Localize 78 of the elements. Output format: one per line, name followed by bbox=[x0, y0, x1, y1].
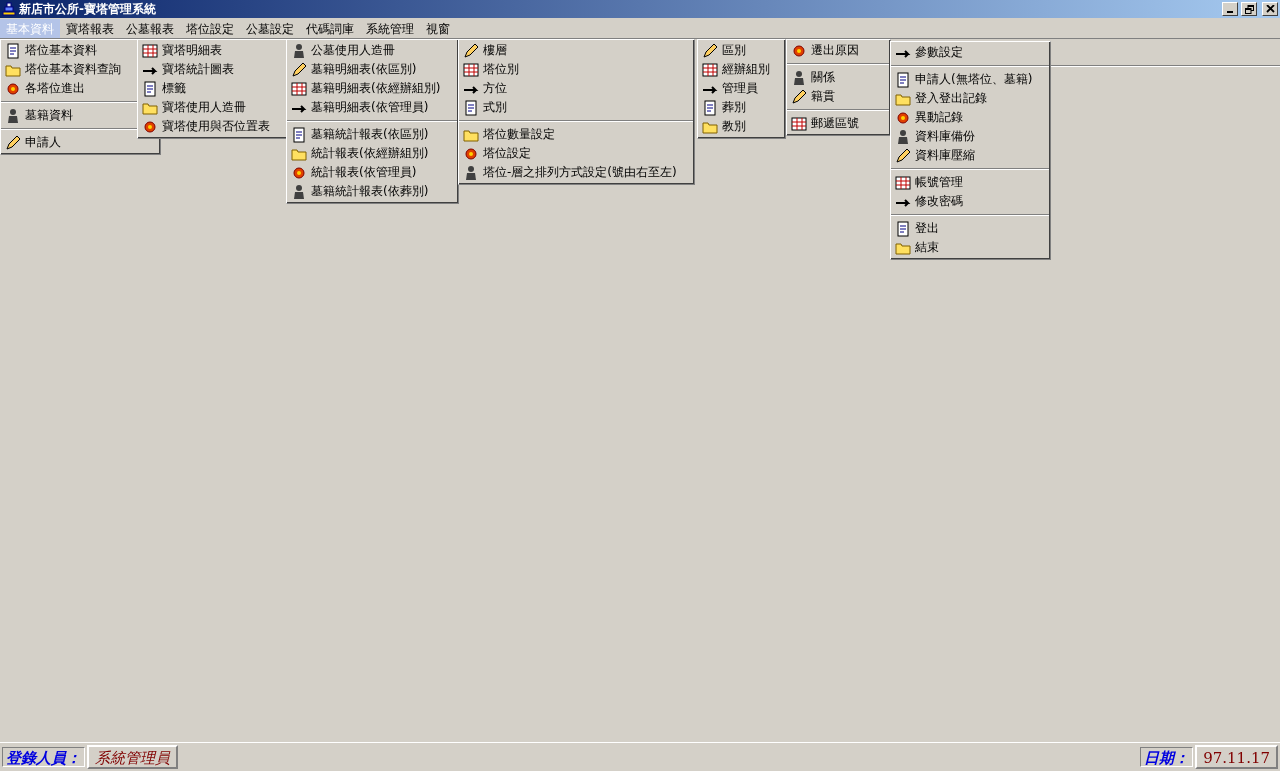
menu-item[interactable]: 區別 bbox=[698, 41, 784, 60]
menu-item[interactable]: 申請人(無塔位、墓籍) bbox=[891, 70, 1049, 89]
menu-item[interactable]: 方位 bbox=[459, 79, 693, 98]
person-icon bbox=[895, 128, 911, 145]
document-icon bbox=[5, 42, 21, 59]
grid-icon bbox=[702, 61, 718, 78]
person-icon bbox=[5, 107, 21, 124]
menu-item[interactable]: 塔位數量設定 bbox=[459, 125, 693, 144]
menu-item[interactable]: 樓層 bbox=[459, 41, 693, 60]
pencil-icon bbox=[5, 134, 21, 151]
grid-icon bbox=[463, 61, 479, 78]
menu-item[interactable]: 參數設定 bbox=[891, 43, 1049, 62]
menu[interactable]: 塔位設定 bbox=[180, 18, 240, 38]
menu-item[interactable]: 籍貫 bbox=[787, 87, 889, 106]
menu-item[interactable]: 墓籍統計報表(依葬別) bbox=[287, 182, 457, 201]
document-icon bbox=[702, 99, 718, 116]
document-icon bbox=[291, 126, 307, 143]
restore-button[interactable] bbox=[1241, 2, 1257, 16]
menu-item[interactable]: 關係 bbox=[787, 68, 889, 87]
document-icon bbox=[895, 71, 911, 88]
pencil-icon bbox=[463, 42, 479, 59]
menu-item[interactable]: 墓籍明細表(依管理員) bbox=[287, 98, 457, 117]
document-icon bbox=[895, 220, 911, 237]
close-icon bbox=[1265, 5, 1275, 13]
menu-item[interactable]: 統計報表(依管理員) bbox=[287, 163, 457, 182]
person-icon bbox=[463, 164, 479, 181]
menu-item[interactable]: 式別 bbox=[459, 98, 693, 117]
user-name: 系統管理員 bbox=[87, 745, 178, 769]
menu-item[interactable]: 教別 bbox=[698, 117, 784, 136]
menu[interactable]: 代碼詞庫 bbox=[300, 18, 360, 38]
document-icon bbox=[142, 80, 158, 97]
person-icon bbox=[291, 183, 307, 200]
date-label: 日期： bbox=[1140, 747, 1194, 767]
menu[interactable]: 寶塔報表 bbox=[60, 18, 120, 38]
menu-item[interactable]: 資料庫壓縮 bbox=[891, 146, 1049, 165]
menu-item[interactable]: 塔位設定 bbox=[459, 144, 693, 163]
menu-item[interactable]: 墓籍明細表(依經辦組別) bbox=[287, 79, 457, 98]
menu-item[interactable]: 郵遞區號 bbox=[787, 114, 889, 133]
person-icon bbox=[291, 42, 307, 59]
pencil-icon bbox=[791, 88, 807, 105]
tower-icon bbox=[2, 2, 16, 16]
menu-item[interactable]: 統計報表(依經辦組別) bbox=[287, 144, 457, 163]
minimize-button[interactable] bbox=[1222, 2, 1238, 16]
menu-item[interactable]: 資料庫備份 bbox=[891, 127, 1049, 146]
menu-item[interactable]: 結束 bbox=[891, 238, 1049, 257]
menu-item[interactable]: 塔位-層之排列方式設定(號由右至左) bbox=[459, 163, 693, 182]
menu-item[interactable]: 葬別 bbox=[698, 98, 784, 117]
pencil-icon bbox=[291, 61, 307, 78]
menu-item[interactable]: 公墓使用人造冊 bbox=[287, 41, 457, 60]
menu-item[interactable]: 墓籍統計報表(依區別) bbox=[287, 125, 457, 144]
menu-item[interactable]: 帳號管理 bbox=[891, 173, 1049, 192]
menu-item[interactable]: 經辦組別 bbox=[698, 60, 784, 79]
window-title: 新店市公所-寶塔管理系統 bbox=[19, 0, 156, 18]
menu[interactable]: 公墓報表 bbox=[120, 18, 180, 38]
menu[interactable]: 系統管理 bbox=[360, 18, 420, 38]
menu-item[interactable]: 登入登出記錄 bbox=[891, 89, 1049, 108]
menu-item[interactable]: 遷出原因 bbox=[787, 41, 889, 60]
restore-icon bbox=[1244, 4, 1254, 14]
menu-item[interactable]: 管理員 bbox=[698, 79, 784, 98]
user-label: 登錄人員： bbox=[2, 747, 85, 767]
date-value: 97.11.17 bbox=[1195, 745, 1278, 769]
grid-icon bbox=[791, 115, 807, 132]
person-icon bbox=[791, 69, 807, 86]
pencil-icon bbox=[702, 42, 718, 59]
document-icon bbox=[463, 99, 479, 116]
menu[interactable]: 公墓設定 bbox=[240, 18, 300, 38]
menu-item[interactable]: 申請人 bbox=[1, 133, 159, 152]
menu[interactable]: 視窗 bbox=[420, 18, 456, 38]
menu-item[interactable]: 塔位別 bbox=[459, 60, 693, 79]
menu-item[interactable]: 墓籍明細表(依區別) bbox=[287, 60, 457, 79]
grid-icon bbox=[291, 80, 307, 97]
grid-icon bbox=[142, 42, 158, 59]
menu-item[interactable]: 登出 bbox=[891, 219, 1049, 238]
menu-item[interactable]: 異動記錄 bbox=[891, 108, 1049, 127]
grid-icon bbox=[895, 174, 911, 191]
menu-item[interactable]: 修改密碼 bbox=[891, 192, 1049, 211]
pencil-icon bbox=[895, 147, 911, 164]
close-button[interactable] bbox=[1262, 2, 1278, 16]
